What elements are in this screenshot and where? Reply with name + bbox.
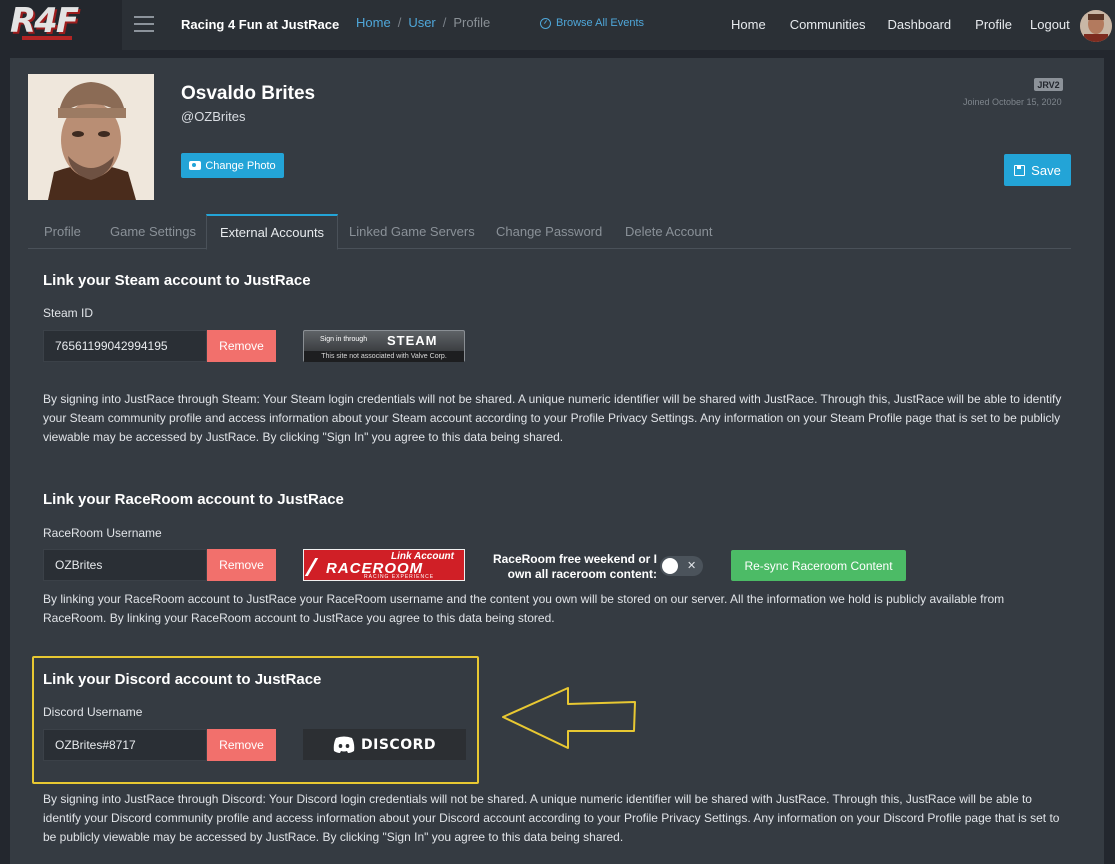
discord-signin-button[interactable]: DISCORD — [303, 729, 466, 760]
raceroom-logo-sub: RACING EXPERIENCE — [364, 574, 435, 580]
steam-description: By signing into JustRace through Steam: … — [43, 392, 1062, 444]
tab-change-password[interactable]: Change Password — [496, 214, 602, 249]
raceroom-free-weekend-label: RaceRoom free weekend or I own all racer… — [492, 552, 657, 581]
breadcrumb: Home / User / Profile — [356, 15, 490, 30]
arrow-annotation-icon — [502, 687, 636, 749]
raceroom-description: By linking your RaceRoom account to Just… — [43, 592, 1005, 625]
joined-date: Joined October 15, 2020 — [963, 97, 1062, 107]
raceroom-free-weekend-toggle[interactable]: ✕ — [660, 556, 703, 576]
raceroom-section-title: Link your RaceRoom account to JustRace — [43, 491, 344, 508]
steam-signin-button[interactable]: Sign in through STEAM This site not asso… — [303, 330, 465, 362]
dashboard-gauge-icon — [540, 17, 551, 29]
raceroom-username-field[interactable]: OZBrites — [43, 549, 207, 581]
steam-disclaimer: This site not associated with Valve Corp… — [304, 351, 464, 362]
steam-logo: STEAM — [387, 333, 438, 348]
breadcrumb-user[interactable]: User — [408, 15, 435, 30]
app-title: Racing 4 Fun at JustRace — [181, 17, 340, 32]
discord-remove-button[interactable]: Remove — [207, 729, 276, 761]
discord-description: By signing into JustRace through Discord… — [43, 792, 1060, 844]
change-photo-button[interactable]: Change Photo — [181, 153, 284, 178]
logo-underline — [22, 36, 72, 40]
profile-photo — [28, 74, 154, 200]
resync-raceroom-button[interactable]: Re-sync Raceroom Content — [731, 550, 906, 581]
nav-logout[interactable]: Logout — [1030, 17, 1070, 32]
change-photo-label: Change Photo — [205, 159, 276, 172]
raceroom-username-label: RaceRoom Username — [43, 526, 162, 540]
tab-profile[interactable]: Profile — [44, 214, 81, 249]
tab-delete-account[interactable]: Delete Account — [625, 214, 712, 249]
toggle-knob — [662, 558, 678, 574]
breadcrumb-separator: / — [397, 15, 402, 30]
top-navbar: R4F Racing 4 Fun at JustRace Home / User… — [0, 0, 1115, 50]
menu-icon[interactable] — [134, 16, 154, 32]
tab-linked-game-servers[interactable]: Linked Game Servers — [349, 214, 475, 249]
steam-remove-button[interactable]: Remove — [207, 330, 276, 362]
steam-section-title: Link your Steam account to JustRace — [43, 272, 311, 289]
tab-game-settings[interactable]: Game Settings — [110, 214, 196, 249]
discord-logo: DISCORD — [361, 736, 436, 753]
logo-text: R4F — [10, 1, 79, 41]
main-nav: Home Communities Dashboard Profile Logou… — [731, 17, 1070, 32]
steam-id-field[interactable]: 76561199042994195 — [43, 330, 207, 362]
nav-dashboard[interactable]: Dashboard — [888, 17, 952, 32]
close-icon: ✕ — [687, 560, 697, 572]
profile-name: Osvaldo Brites — [181, 83, 316, 104]
nav-home[interactable]: Home — [731, 17, 766, 32]
save-button[interactable]: Save — [1004, 154, 1071, 186]
tab-external-accounts[interactable]: External Accounts — [206, 214, 339, 250]
browse-all-events-link[interactable]: Browse All Events — [540, 17, 644, 29]
steam-id-label: Steam ID — [43, 306, 94, 320]
steam-signin-text: Sign in through — [320, 336, 368, 343]
discord-icon — [333, 736, 355, 753]
camera-icon — [189, 161, 202, 170]
user-avatar[interactable] — [1080, 10, 1112, 42]
nav-communities[interactable]: Communities — [790, 17, 866, 32]
nav-profile[interactable]: Profile — [975, 17, 1012, 32]
raceroom-link-button[interactable]: Link Account RACEROOM RACING EXPERIENCE — [303, 549, 465, 581]
browse-all-events-label: Browse All Events — [556, 17, 645, 29]
floppy-disk-icon — [1014, 164, 1026, 176]
save-label: Save — [1031, 162, 1061, 178]
profile-handle: @OZBrites — [181, 109, 246, 124]
discord-username-label: Discord Username — [43, 705, 143, 719]
logo[interactable]: R4F — [0, 0, 122, 50]
breadcrumb-home[interactable]: Home — [356, 15, 391, 30]
breadcrumb-separator: / — [442, 15, 447, 30]
breadcrumb-profile: Profile — [453, 15, 491, 30]
discord-username-field[interactable]: OZBrites#8717 — [43, 729, 207, 761]
profile-tabs: Profile Game Settings External Accounts … — [28, 214, 1071, 250]
raceroom-remove-button[interactable]: Remove — [207, 549, 276, 581]
discord-section-title: Link your Discord account to JustRace — [43, 671, 322, 688]
version-badge: JRV2 — [1034, 78, 1063, 91]
